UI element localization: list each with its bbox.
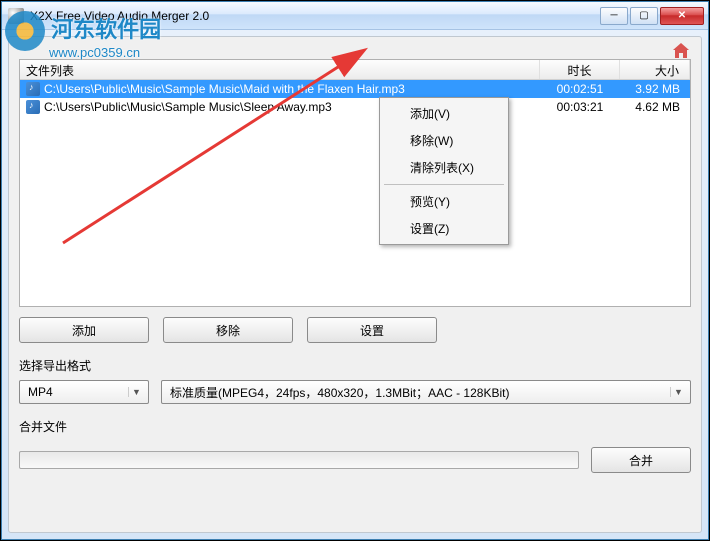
- quality-combo[interactable]: 标准质量(MPEG4，24fps，480x320，1.3MBit；AAC - 1…: [161, 380, 691, 404]
- menu-clear[interactable]: 清除列表(X): [382, 154, 506, 181]
- minimize-button[interactable]: ─: [600, 7, 628, 25]
- remove-button[interactable]: 移除: [163, 317, 293, 343]
- list-header: 文件列表 时长 大小: [20, 60, 690, 80]
- file-size: 4.62 MB: [620, 100, 690, 114]
- file-duration: 00:02:51: [540, 82, 620, 96]
- add-button[interactable]: 添加: [19, 317, 149, 343]
- format-combo[interactable]: MP4 ▼: [19, 380, 149, 404]
- menu-preview[interactable]: 预览(Y): [382, 188, 506, 215]
- context-menu: 添加(V) 移除(W) 清除列表(X) 预览(Y) 设置(Z): [379, 97, 509, 245]
- col-header-file[interactable]: 文件列表: [20, 60, 540, 79]
- file-path: C:\Users\Public\Music\Sample Music\Sleep…: [44, 100, 332, 114]
- table-row[interactable]: C:\Users\Public\Music\Sample Music\Maid …: [20, 80, 690, 98]
- home-icon[interactable]: [671, 41, 691, 61]
- menu-remove[interactable]: 移除(W): [382, 127, 506, 154]
- audio-file-icon: [26, 100, 40, 114]
- menu-separator: [384, 184, 504, 185]
- chevron-down-icon: ▼: [670, 387, 686, 397]
- file-list[interactable]: 文件列表 时长 大小 C:\Users\Public\Music\Sample …: [19, 59, 691, 307]
- audio-file-icon: [26, 82, 40, 96]
- chevron-down-icon: ▼: [128, 387, 144, 397]
- menu-settings[interactable]: 设置(Z): [382, 215, 506, 242]
- file-duration: 00:03:21: [540, 100, 620, 114]
- col-header-duration[interactable]: 时长: [540, 60, 620, 79]
- close-button[interactable]: ✕: [660, 7, 704, 25]
- menu-add[interactable]: 添加(V): [382, 100, 506, 127]
- titlebar: X2X Free Video Audio Merger 2.0 ─ ▢ ✕: [2, 2, 708, 30]
- merge-file-label: 合并文件: [19, 418, 691, 435]
- file-size: 3.92 MB: [620, 82, 690, 96]
- maximize-button[interactable]: ▢: [630, 7, 658, 25]
- merge-button[interactable]: 合并: [591, 447, 691, 473]
- settings-button[interactable]: 设置: [307, 317, 437, 343]
- file-path: C:\Users\Public\Music\Sample Music\Maid …: [44, 82, 405, 96]
- format-value: MP4: [28, 385, 53, 399]
- progress-bar: [19, 451, 579, 469]
- table-row[interactable]: C:\Users\Public\Music\Sample Music\Sleep…: [20, 98, 690, 116]
- quality-value: 标准质量(MPEG4，24fps，480x320，1.3MBit；AAC - 1…: [170, 384, 509, 401]
- output-format-label: 选择导出格式: [19, 357, 691, 374]
- window-title: X2X Free Video Audio Merger 2.0: [30, 9, 600, 23]
- app-icon: [8, 8, 24, 24]
